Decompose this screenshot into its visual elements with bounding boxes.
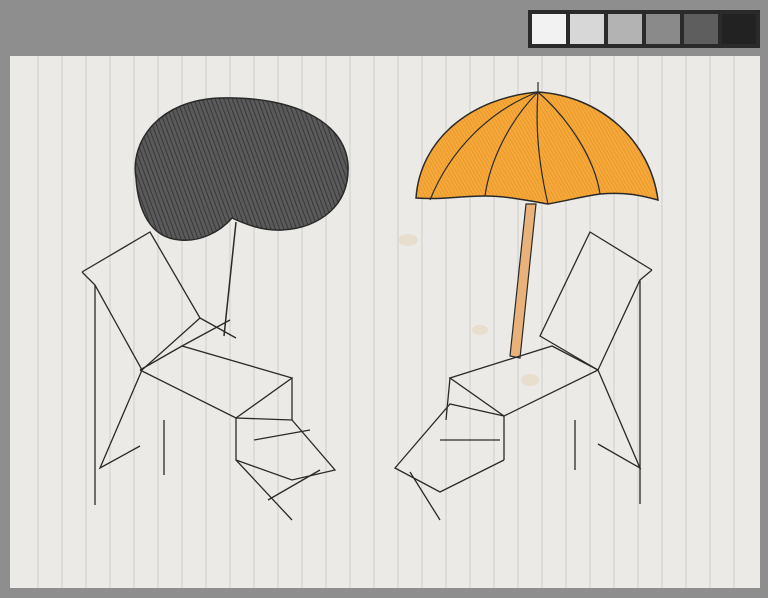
swatch-5 [684,14,718,44]
artwork-scene [10,56,760,588]
swatch-4 [646,14,680,44]
swatch-6 [722,14,756,44]
swatch-3 [608,14,642,44]
swatch-2 [570,14,604,44]
dark-umbrella-canopy [134,97,349,241]
color-calibration-strip [528,10,760,48]
swatch-1 [532,14,566,44]
paper-sheet [10,56,760,588]
